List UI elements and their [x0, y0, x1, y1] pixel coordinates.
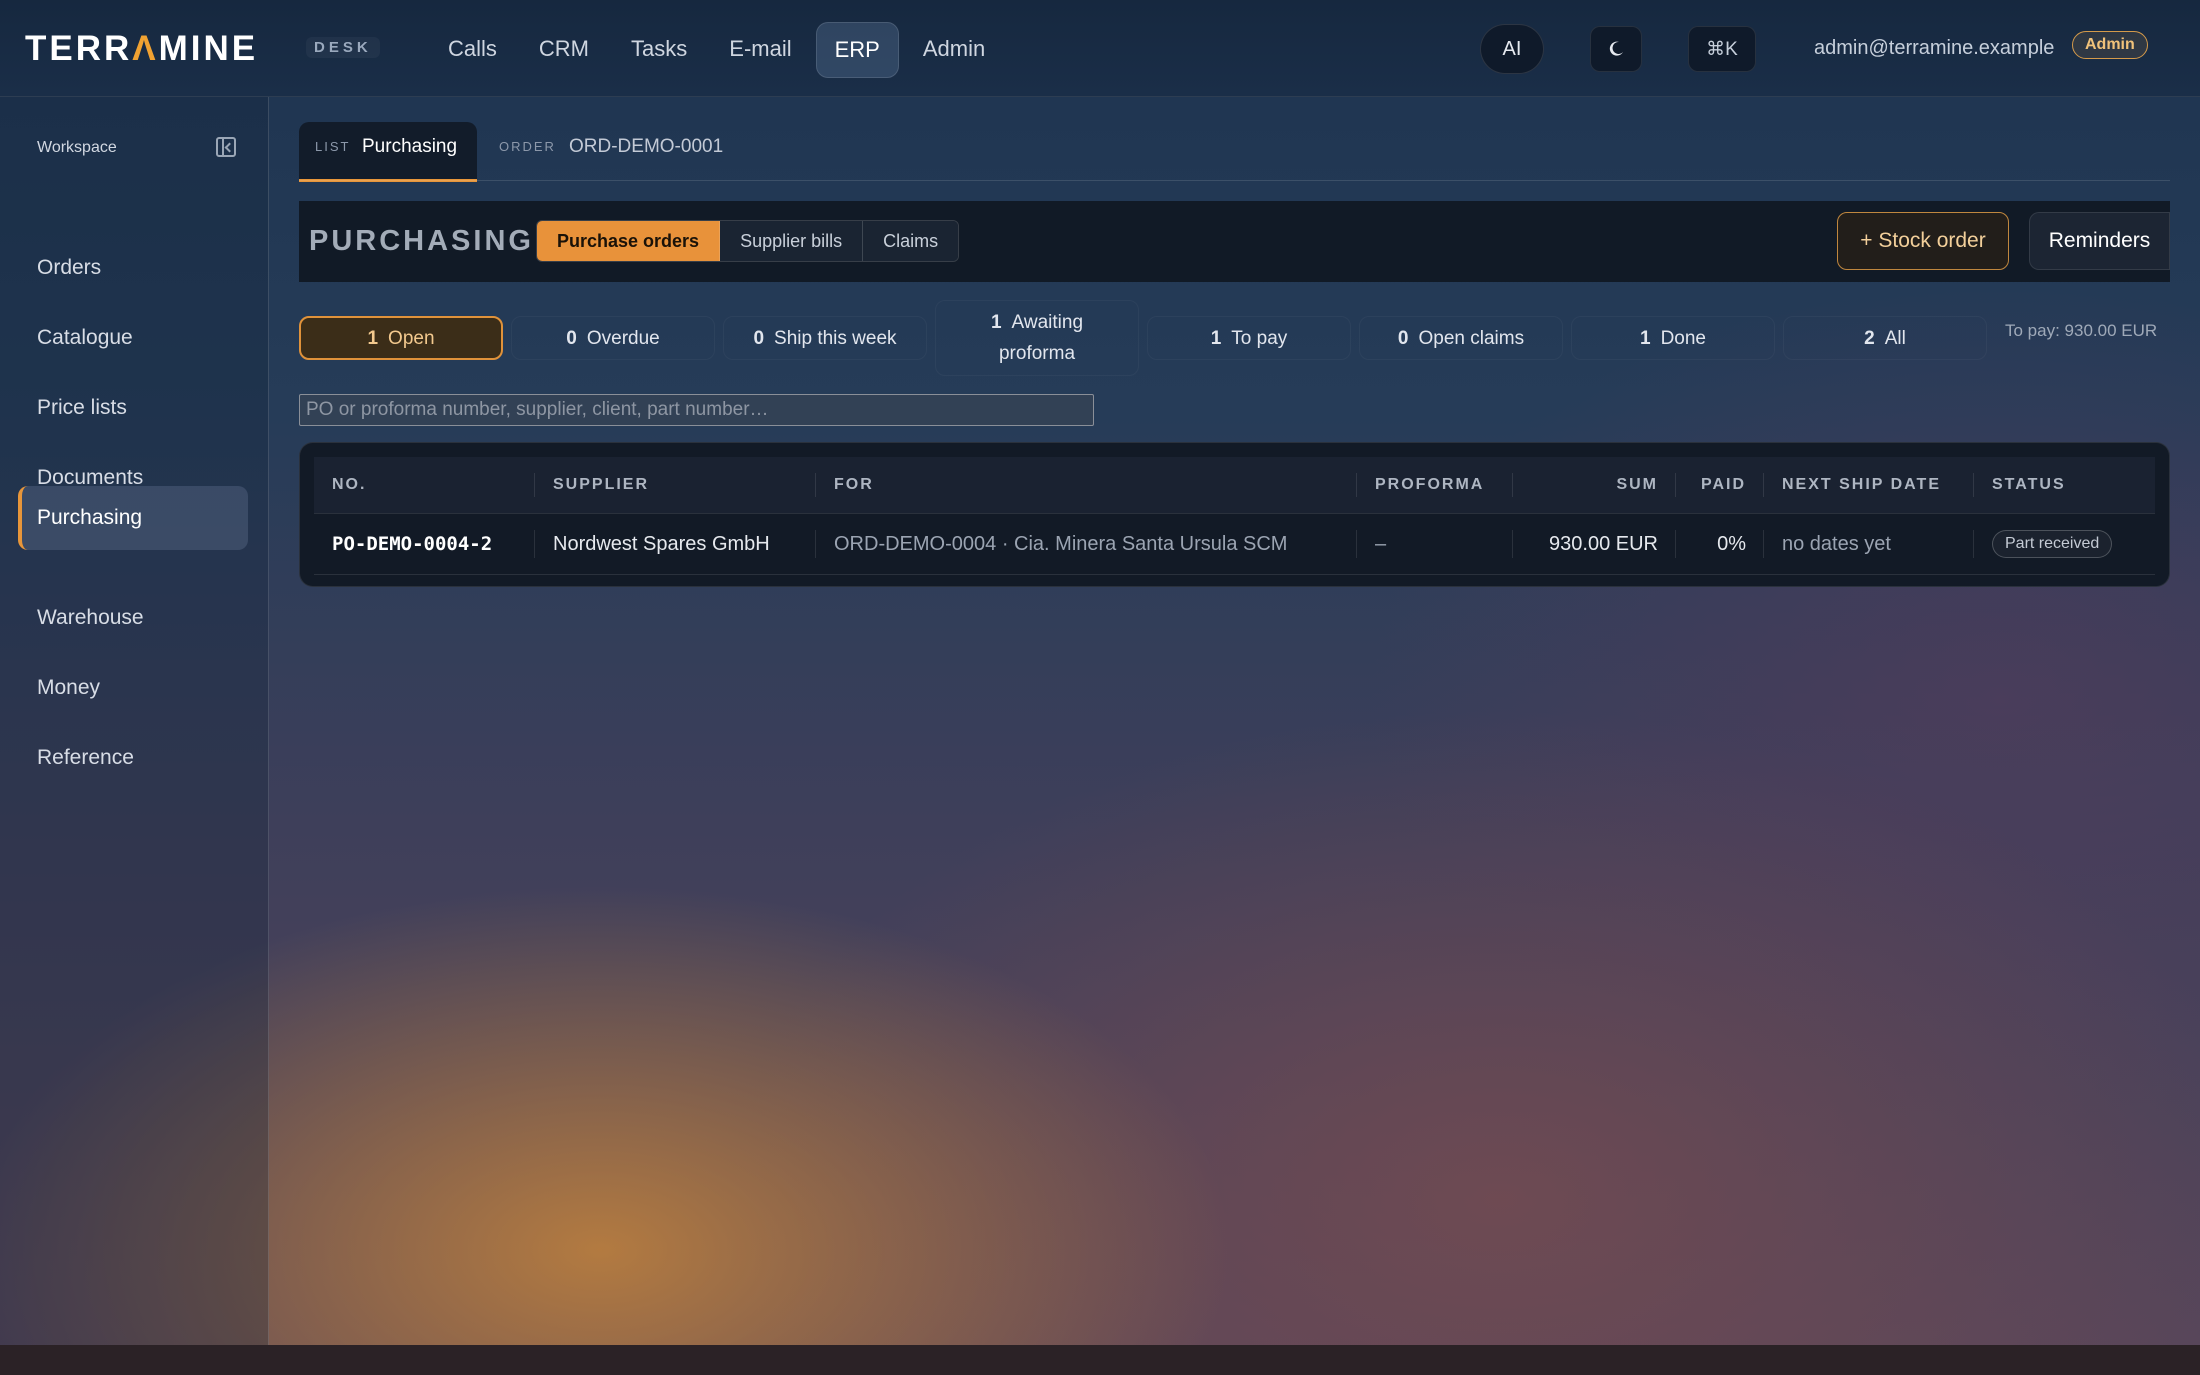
filter-label: Awaiting [1011, 312, 1084, 333]
reminders-button[interactable]: Reminders [2029, 212, 2170, 270]
sidebar-item-catalogue[interactable]: Catalogue [18, 306, 248, 370]
column-header-proforma[interactable]: PROFORMA [1357, 457, 1513, 514]
cell-supplier: Nordwest Spares GmbH [535, 513, 816, 575]
page-title: PURCHASING [309, 225, 534, 257]
nav-calls[interactable]: Calls [430, 22, 515, 78]
filter-label: Ship this week [774, 327, 897, 349]
search-input[interactable] [299, 394, 1094, 426]
filter-count: 2 [1864, 327, 1875, 349]
filter-count: 1 [990, 312, 1002, 333]
filter-count: 0 [753, 327, 765, 349]
segment-claims[interactable]: Claims [863, 221, 959, 261]
filter-count: 1 [367, 327, 379, 349]
column-header-paid[interactable]: PAID [1676, 457, 1764, 514]
column-header-no[interactable]: NO. [314, 457, 535, 514]
sidebar-item-purchasing[interactable]: Purchasing [18, 486, 248, 550]
user-email[interactable]: admin@terramine.example [1814, 37, 2054, 60]
filter-done[interactable]: 1 Done [1571, 316, 1775, 360]
tab-divider [299, 180, 2170, 181]
top-bar: TERRΛMINE DESK Calls CRM Tasks E-mail ER… [0, 0, 2200, 97]
filter-count: 1 [1640, 327, 1651, 349]
data-table: NO. SUPPLIER FOR PROFORMA SUM PAID NEXT … [314, 457, 2155, 575]
filter-label: Overdue [586, 327, 660, 349]
bottom-strip [0, 1345, 2200, 1375]
sidebar-item-warehouse[interactable]: Warehouse [18, 586, 248, 650]
desk-tag: DESK [306, 37, 380, 58]
filter-open-claims[interactable]: 0 Open claims [1359, 316, 1563, 360]
filter-open[interactable]: 1 Open [299, 316, 503, 360]
cell-next-ship-date: no dates yet [1764, 513, 1974, 575]
cell-po-number[interactable]: PO-DEMO-0004-2 [314, 513, 535, 575]
column-header-sum[interactable]: SUM [1513, 457, 1676, 514]
column-header-next-ship-date[interactable]: NEXT SHIP DATE [1764, 457, 1974, 514]
cell-proforma: – [1357, 513, 1513, 575]
filter-label: All [1884, 327, 1906, 349]
filter-label: To pay [1231, 327, 1288, 349]
cell-status: Part received [1974, 513, 2155, 575]
segment-supplier-bills[interactable]: Supplier bills [720, 221, 864, 261]
filter-count: 0 [1397, 327, 1409, 349]
logo[interactable]: TERRΛMINE [25, 29, 258, 69]
tab-title: ORD-DEMO-0001 [569, 136, 724, 157]
cell-for: ORD-DEMO-0004 · Cia. Minera Santa Ursula… [816, 513, 1357, 575]
theme-toggle-button[interactable] [1590, 26, 1642, 72]
ai-button[interactable]: AI [1480, 24, 1544, 74]
filter-ship-this-week[interactable]: 0 Ship this week [723, 316, 927, 360]
filter-label: Open claims [1418, 327, 1525, 349]
filter-count: 1 [1210, 327, 1222, 349]
tab-kicker: LIST [315, 139, 351, 154]
nav-admin[interactable]: Admin [905, 22, 1003, 78]
moon-icon [1609, 41, 1623, 56]
command-palette-button[interactable]: ⌘K [1688, 26, 1756, 72]
filter-awaiting-proforma[interactable]: 1 Awaiting proforma [935, 300, 1139, 376]
nav-email[interactable]: E-mail [711, 22, 809, 78]
section-header: PURCHASING Purchase orders Supplier bill… [299, 201, 2170, 282]
tab-list-purchasing[interactable]: LIST Purchasing [299, 122, 477, 182]
filter-label-block: 1 Awaiting proforma [991, 307, 1083, 369]
filter-to-pay[interactable]: 1 To pay [1147, 316, 1351, 360]
table-header-row: NO. SUPPLIER FOR PROFORMA SUM PAID NEXT … [314, 457, 2155, 514]
sidebar-item-reference[interactable]: Reference [18, 726, 248, 790]
filter-label-line2: proforma [998, 343, 1076, 364]
sidebar-item-orders[interactable]: Orders [18, 236, 248, 300]
workspace-label: Workspace [37, 139, 117, 156]
filter-label: Done [1660, 327, 1706, 349]
sidebar-item-price-lists[interactable]: Price lists [18, 376, 248, 440]
filter-count: 0 [566, 327, 577, 349]
purchase-orders-table: NO. SUPPLIER FOR PROFORMA SUM PAID NEXT … [299, 442, 2170, 587]
tab-kicker: ORDER [499, 139, 556, 154]
role-badge: Admin [2072, 31, 2148, 59]
segment-purchase-orders[interactable]: Purchase orders [537, 221, 721, 261]
column-header-status[interactable]: STATUS [1974, 457, 2155, 514]
nav-tasks[interactable]: Tasks [613, 22, 705, 78]
column-header-for[interactable]: FOR [816, 457, 1357, 514]
filter-all[interactable]: 2 All [1783, 316, 1987, 360]
tab-title: Purchasing [362, 136, 458, 157]
filter-label: Open [388, 327, 435, 349]
cell-paid: 0% [1676, 513, 1764, 575]
filter-overdue[interactable]: 0 Overdue [511, 316, 715, 360]
nav-crm[interactable]: CRM [521, 22, 607, 78]
column-header-supplier[interactable]: SUPPLIER [535, 457, 816, 514]
sidebar-item-money[interactable]: Money [18, 656, 248, 720]
table-row[interactable]: PO-DEMO-0004-2 Nordwest Spares GmbH ORD-… [314, 513, 2155, 575]
cell-sum: 930.00 EUR [1513, 513, 1676, 575]
sidebar-collapse-icon[interactable] [216, 137, 236, 157]
stock-order-button[interactable]: + Stock order [1837, 212, 2009, 270]
sidebar: Workspace Orders Catalogue Price lists D… [0, 97, 269, 1345]
section-segmented-control: Purchase orders Supplier bills Claims [536, 220, 960, 262]
main-nav: Calls CRM Tasks E-mail ERP Admin [430, 22, 1009, 78]
to-pay-total: To pay: 930.00 EUR [2005, 321, 2158, 340]
nav-erp[interactable]: ERP [815, 22, 899, 78]
status-badge: Part received [1992, 530, 2113, 558]
